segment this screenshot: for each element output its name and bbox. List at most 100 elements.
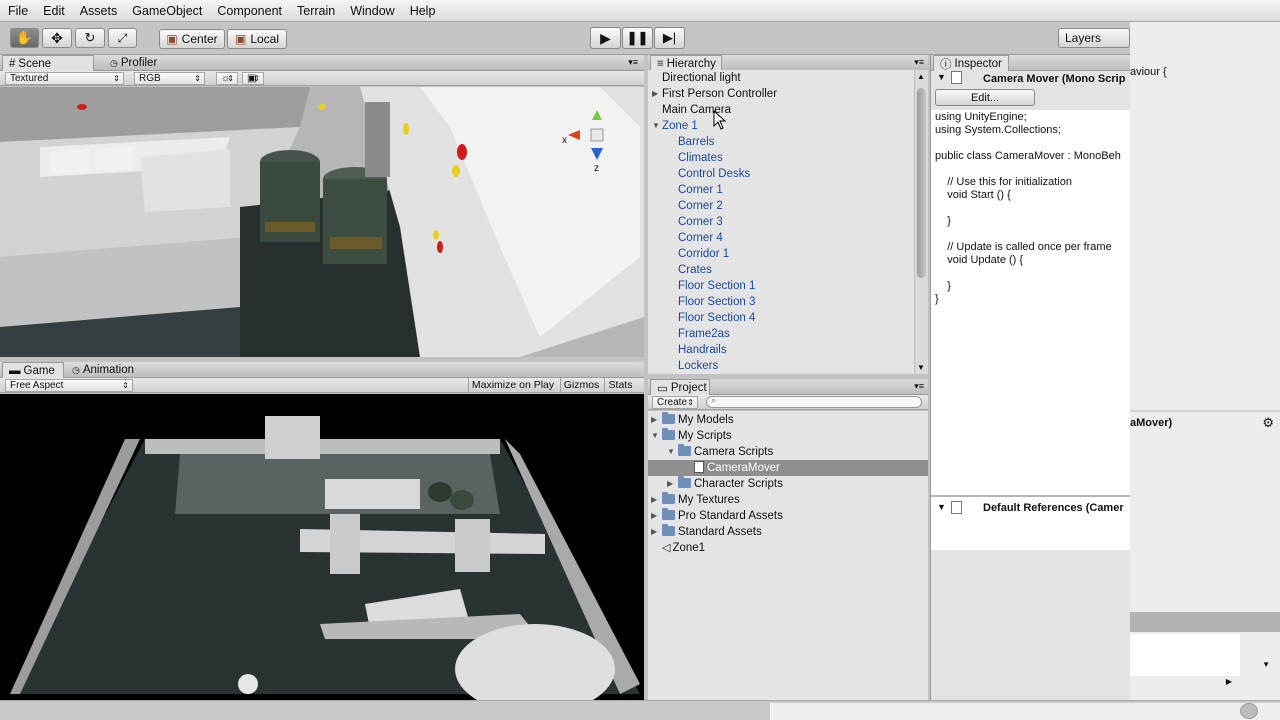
- color-mode-dropdown[interactable]: RGB: [134, 72, 205, 85]
- game-view[interactable]: [0, 394, 644, 700]
- local-icon: ▣: [234, 32, 247, 46]
- play-button[interactable]: ▶: [590, 27, 621, 49]
- menu-help[interactable]: Help: [410, 4, 436, 18]
- overlay-code-fragment: aviour {: [1130, 66, 1167, 78]
- tab-hierarchy[interactable]: ≡ Hierarchy: [650, 55, 722, 71]
- hierarchy-item-label: Corner 3: [678, 216, 723, 228]
- tab-game[interactable]: ▬ Game: [2, 362, 64, 378]
- layers-dropdown[interactable]: Layers: [1058, 28, 1130, 48]
- project-item[interactable]: ▶ Pro Standard Assets: [648, 508, 928, 524]
- overlay-window: aviour { aMover) ⚙ ▼ ▶: [1130, 22, 1280, 700]
- scale-tool-button[interactable]: ⤢: [108, 28, 137, 48]
- menu-gameobject[interactable]: GameObject: [132, 4, 202, 18]
- foldout-down-icon[interactable]: ▼: [667, 444, 675, 460]
- hierarchy-item[interactable]: Floor Section 1: [678, 278, 755, 294]
- pivot-local-button[interactable]: ▣ Local: [227, 29, 287, 49]
- hierarchy-item-label: Corner 4: [678, 232, 723, 244]
- foldout-right-icon[interactable]: ▶: [651, 524, 657, 540]
- chevron-down-icon[interactable]: ▼: [1262, 660, 1270, 669]
- menu-window[interactable]: Window: [350, 4, 394, 18]
- foldout-right-icon[interactable]: ▶: [651, 508, 657, 524]
- hierarchy-item[interactable]: Corridor 1: [678, 246, 729, 262]
- foldout-right-icon[interactable]: ▶: [651, 412, 657, 428]
- image-toggle[interactable]: ▣: [242, 72, 264, 85]
- hierarchy-scrollbar[interactable]: ▲ ▼: [914, 70, 928, 374]
- project-item[interactable]: ▶ My Textures: [648, 492, 928, 508]
- scroll-up-icon[interactable]: ▲: [917, 72, 925, 81]
- hierarchy-item[interactable]: Climates: [678, 150, 723, 166]
- gear-icon[interactable]: ⚙: [1262, 415, 1274, 431]
- pause-button[interactable]: ❚❚: [622, 27, 653, 49]
- lighting-toggle[interactable]: ☼: [216, 72, 238, 85]
- project-search-input[interactable]: ⌕: [706, 395, 922, 408]
- tab-inspector[interactable]: ⓘ Inspector: [933, 55, 1009, 71]
- scene-view[interactable]: x z: [0, 87, 644, 357]
- scene-gizmo[interactable]: x z: [562, 105, 632, 177]
- tab-scene[interactable]: # Scene: [2, 55, 94, 71]
- foldout-down-icon[interactable]: ▼: [937, 502, 946, 512]
- panel-menu-icon[interactable]: ▾≡: [914, 381, 924, 392]
- hierarchy-item[interactable]: Corner 2: [678, 198, 723, 214]
- chevron-right-icon[interactable]: ▶: [1226, 677, 1232, 686]
- project-tabbar: ▭ Project ▾≡: [648, 379, 928, 395]
- hierarchy-item[interactable]: ▼ Zone 1: [652, 118, 698, 134]
- pivot-center-button[interactable]: ▣ Center: [159, 29, 225, 49]
- project-item[interactable]: ▶ Standard Assets: [648, 524, 928, 540]
- foldout-down-icon[interactable]: ▼: [652, 118, 660, 134]
- menu-component[interactable]: Component: [217, 4, 282, 18]
- tab-project[interactable]: ▭ Project: [650, 379, 710, 395]
- hierarchy-item[interactable]: Corner 4: [678, 230, 723, 246]
- tab-profiler[interactable]: ◷ Profiler: [104, 55, 163, 71]
- hierarchy-item[interactable]: Frame2as: [678, 326, 730, 342]
- hierarchy-item[interactable]: ▶ First Person Controller: [652, 86, 777, 102]
- hierarchy-item[interactable]: Control Desks: [678, 166, 750, 182]
- code-line: // Use this for initialization: [935, 176, 1072, 188]
- foldout-down-icon[interactable]: ▼: [937, 72, 946, 82]
- aspect-dropdown[interactable]: Free Aspect: [5, 379, 133, 392]
- step-button[interactable]: ▶|: [654, 27, 685, 49]
- tab-animation[interactable]: ◷ Animation: [66, 362, 140, 378]
- hierarchy-item[interactable]: Corner 3: [678, 214, 723, 230]
- hierarchy-item[interactable]: Handrails: [678, 342, 727, 358]
- rotate-tool-button[interactable]: ↻: [75, 28, 105, 48]
- project-item[interactable]: ▼ Camera Scripts: [648, 444, 928, 460]
- default-references-header[interactable]: ▼ Default References (Camer: [931, 500, 1131, 517]
- project-item[interactable]: ▶ My Models: [648, 412, 928, 428]
- move-tool-button[interactable]: ✥: [42, 28, 72, 48]
- edit-script-button[interactable]: Edit...: [935, 89, 1035, 106]
- hand-tool-button[interactable]: ✋: [10, 28, 39, 48]
- hierarchy-item[interactable]: Directional light: [662, 70, 741, 86]
- create-dropdown[interactable]: Create: [652, 396, 698, 409]
- hierarchy-item[interactable]: Crates: [678, 262, 712, 278]
- foldout-right-icon[interactable]: ▶: [667, 476, 673, 492]
- hierarchy-item-label: Control Desks: [678, 168, 751, 180]
- menu-assets[interactable]: Assets: [80, 4, 118, 18]
- hierarchy-item[interactable]: Floor Section 4: [678, 310, 755, 326]
- maximize-on-play-toggle[interactable]: Maximize on Play: [468, 378, 557, 393]
- project-item[interactable]: CameraMover: [648, 460, 928, 476]
- hierarchy-item[interactable]: Corner 1: [678, 182, 723, 198]
- panel-menu-icon[interactable]: ▾≡: [628, 57, 638, 68]
- project-item[interactable]: ◁ Zone1: [648, 540, 928, 556]
- project-item[interactable]: ▼ My Scripts: [648, 428, 928, 444]
- foldout-right-icon[interactable]: ▶: [652, 86, 658, 102]
- hierarchy-item[interactable]: Floor Section 3: [678, 294, 755, 310]
- menu-edit[interactable]: Edit: [43, 4, 65, 18]
- foldout-down-icon[interactable]: ▼: [651, 428, 659, 444]
- hierarchy-item-label: Directional light: [662, 72, 741, 84]
- scrollbar-thumb[interactable]: [917, 88, 926, 278]
- render-mode-dropdown[interactable]: Textured: [5, 72, 124, 85]
- gizmos-toggle[interactable]: Gizmos: [560, 378, 602, 393]
- project-item[interactable]: ▶ Character Scripts: [648, 476, 928, 492]
- hierarchy-item[interactable]: Lockers: [678, 358, 718, 374]
- hierarchy-item[interactable]: Barrels: [678, 134, 714, 150]
- scroll-down-icon[interactable]: ▼: [917, 363, 925, 372]
- menu-terrain[interactable]: Terrain: [297, 4, 335, 18]
- component-header[interactable]: ▼ Camera Mover (Mono Scrip: [931, 71, 1131, 88]
- panel-menu-icon[interactable]: ▾≡: [914, 57, 924, 68]
- menu-file[interactable]: File: [8, 4, 28, 18]
- stats-toggle[interactable]: Stats: [604, 378, 636, 393]
- hierarchy-item-label: Barrels: [678, 136, 715, 148]
- foldout-right-icon[interactable]: ▶: [651, 492, 657, 508]
- overlay-text-area[interactable]: [1130, 634, 1240, 676]
